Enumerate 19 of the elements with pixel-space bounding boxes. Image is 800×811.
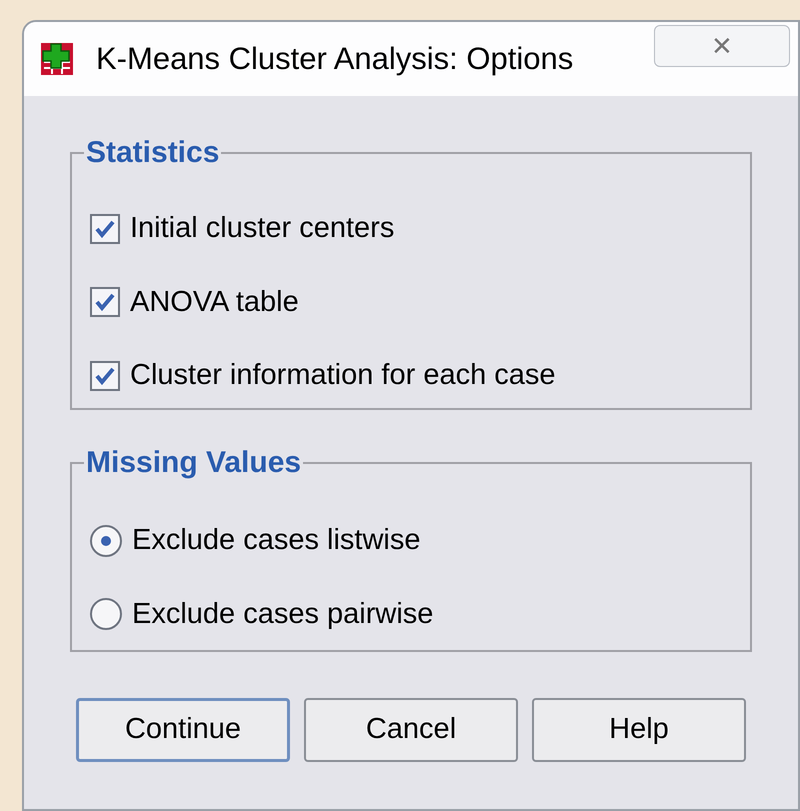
checkbox-label: Cluster information for each case [130,358,556,393]
radio-label: Exclude cases listwise [132,523,420,558]
dialog-button[interactable]: Help [532,698,746,762]
dialog-button[interactable]: Cancel [304,698,518,762]
checkbox-label: ANOVA table [130,284,299,320]
window-title: K-Means Cluster Analysis: Options [96,40,574,78]
radio-button[interactable] [90,598,122,630]
group-title: Statistics [85,135,220,171]
group-title: Missing Values [85,445,302,481]
checkbox[interactable] [90,287,120,318]
close-button[interactable]: ✕ [654,25,790,67]
app-icon [40,42,74,76]
dialog-button[interactable]: Continue [76,698,290,762]
checkbox[interactable] [90,214,120,244]
checkmark-icon [94,291,116,314]
checkbox-label: Initial cluster centers [130,211,394,246]
checkbox[interactable] [90,360,120,391]
radio-button[interactable] [90,524,122,557]
radio-label: Exclude cases pairwise [132,596,434,632]
